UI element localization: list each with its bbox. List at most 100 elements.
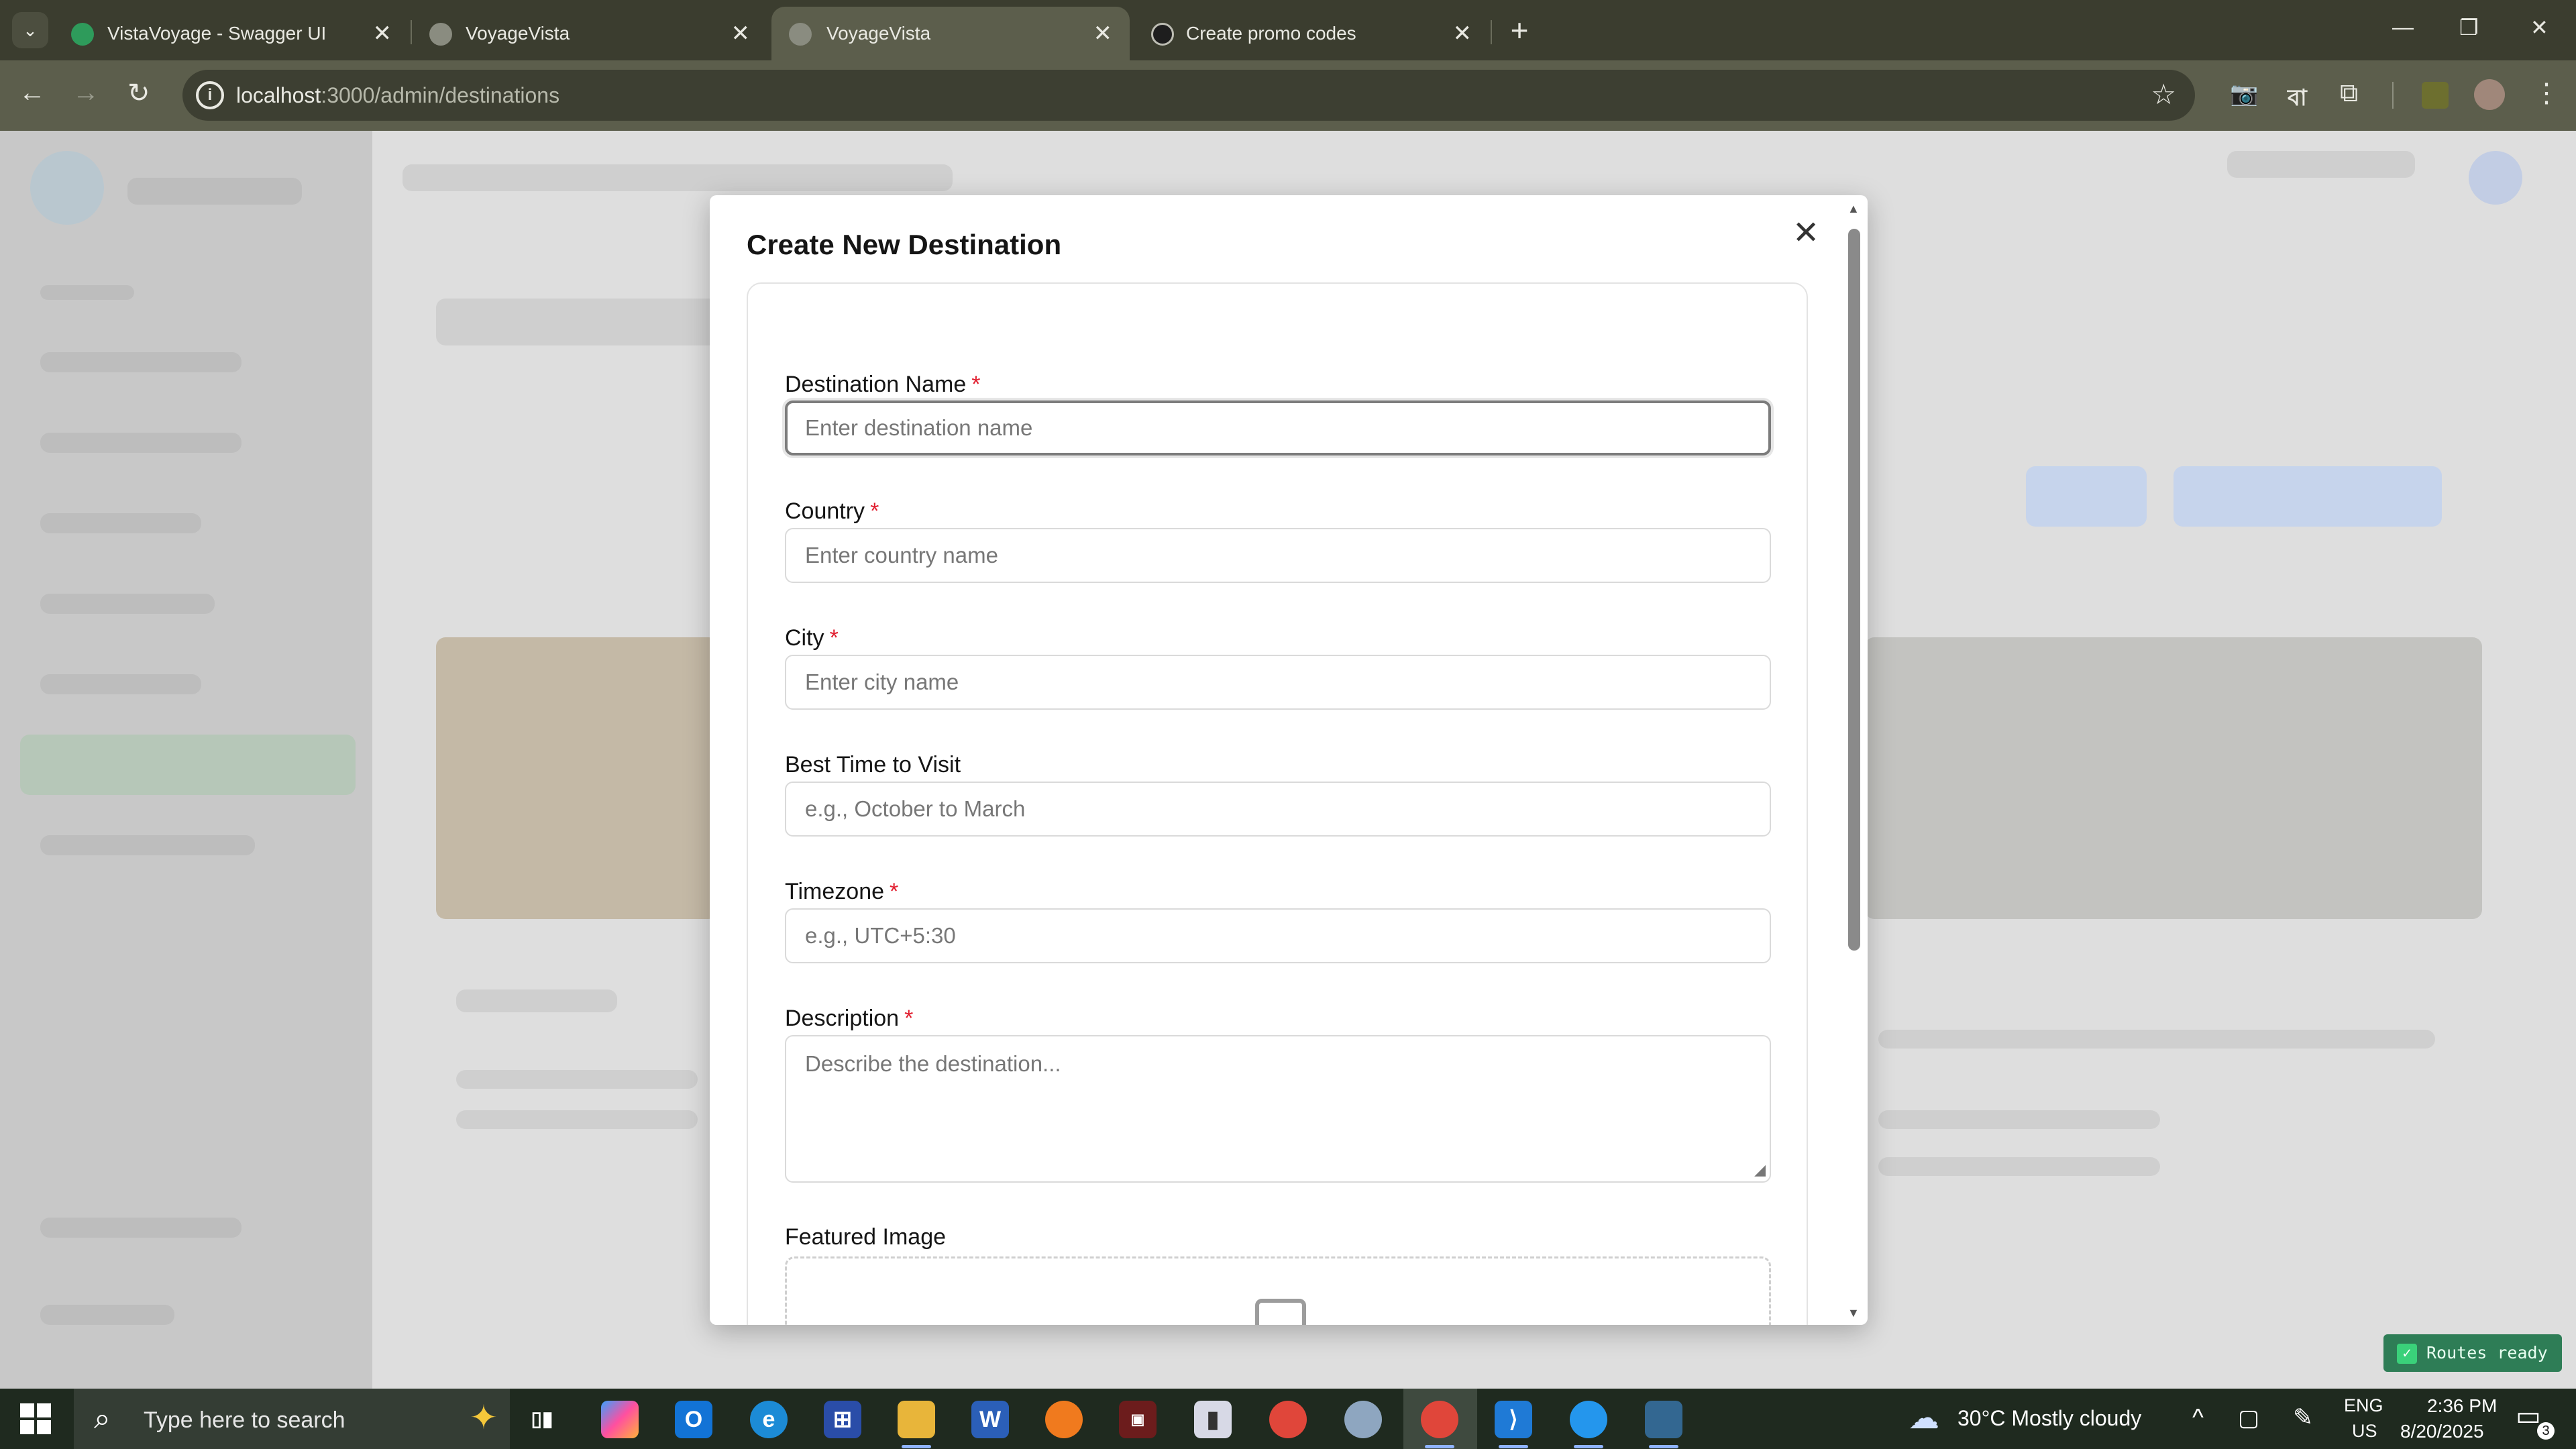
best-time-input[interactable]: e.g., October to March	[785, 782, 1771, 837]
minimize-icon[interactable]: —	[2392, 15, 2414, 40]
meet-now-icon[interactable]: ▢	[2238, 1405, 2259, 1432]
app-name-placeholder	[127, 178, 302, 205]
admin-sidebar	[0, 131, 372, 1389]
bangla-extension-icon[interactable]: বা	[2288, 80, 2307, 119]
windows-taskbar: ⌕ Type here to search ✦ ▯▮ O e ⊞ W ▣ ▮ ⟩…	[0, 1389, 2576, 1449]
restore-icon[interactable]: ❐	[2459, 15, 2479, 40]
tab-voyagevista-active[interactable]: VoyageVista ✕	[771, 7, 1130, 60]
browser-toolbar: ← → ↻ i localhost:3000/admin/destination…	[0, 60, 2576, 131]
city-input[interactable]: Enter city name	[785, 655, 1771, 710]
postgres-app-icon[interactable]	[1645, 1401, 1682, 1438]
globe-favicon-icon	[789, 23, 812, 46]
resize-handle-icon[interactable]: ◢	[1754, 1161, 1766, 1179]
language-line1[interactable]: ENG	[2344, 1395, 2383, 1416]
tab-close-icon[interactable]: ✕	[373, 20, 392, 47]
tray-chevron-up-icon[interactable]: ^	[2192, 1403, 2204, 1432]
card-text-placeholder	[456, 1070, 698, 1089]
sidebar-placeholder	[40, 594, 215, 614]
outlook-app-icon[interactable]: O	[675, 1401, 712, 1438]
task-view-icon[interactable]: ▯▮	[523, 1401, 561, 1438]
windows-start-icon[interactable]	[20, 1403, 51, 1434]
mongodb-compass-icon[interactable]	[1344, 1401, 1382, 1438]
timezone-input[interactable]: e.g., UTC+5:30	[785, 908, 1771, 963]
firefox-app-icon[interactable]	[1045, 1401, 1083, 1438]
sidebar-placeholder	[40, 1218, 241, 1238]
description-textarea[interactable]: Describe the destination... ◢	[785, 1035, 1771, 1183]
url-text: localhost:3000/admin/destinations	[236, 83, 559, 108]
bookmark-star-icon[interactable]: ☆	[2151, 78, 2176, 111]
upload-file-icon	[1255, 1299, 1306, 1325]
button-placeholder	[2174, 466, 2442, 527]
copilot-app-icon[interactable]	[601, 1401, 639, 1438]
edge-app-icon[interactable]: e	[750, 1401, 788, 1438]
clock-date[interactable]: 8/20/2025	[2400, 1421, 2484, 1442]
profile-avatar[interactable]	[2474, 79, 2505, 110]
vscode-app-icon[interactable]: ⟩	[1495, 1401, 1532, 1438]
address-bar[interactable]: i localhost:3000/admin/destinations ☆	[182, 70, 2195, 121]
download-icon[interactable]	[2422, 82, 2449, 109]
description-label: Description *	[785, 1006, 914, 1031]
close-icon[interactable]: ✕	[1792, 214, 1819, 252]
scroll-down-arrow-icon[interactable]: ▼	[1847, 1306, 1860, 1320]
weather-cloud-icon: ☁	[1909, 1400, 1939, 1435]
header-placeholder	[402, 164, 953, 191]
file-explorer-icon[interactable]	[898, 1401, 935, 1438]
tab-close-icon[interactable]: ✕	[731, 20, 751, 47]
active-indicator	[1499, 1445, 1528, 1448]
new-tab-plus-icon[interactable]: +	[1501, 12, 1538, 48]
tab-close-icon[interactable]: ✕	[1093, 20, 1113, 47]
modal-scrollbar[interactable]: ▲ ▼	[1846, 202, 1862, 1320]
tab-title: VistaVoyage - Swagger UI	[107, 23, 327, 44]
weather-text[interactable]: 30°C Mostly cloudy	[1957, 1406, 2141, 1431]
taskbar-search-placeholder: Type here to search	[144, 1407, 345, 1433]
vlc-like-app-icon[interactable]: ▣	[1119, 1401, 1157, 1438]
modal-title: Create New Destination	[747, 229, 1062, 260]
card-text-placeholder	[1878, 1157, 2160, 1176]
app-logo	[30, 151, 104, 225]
microsoft-store-icon[interactable]: ⊞	[824, 1401, 861, 1438]
openai-favicon-icon	[1151, 23, 1174, 46]
reload-icon[interactable]: ↻	[127, 78, 150, 109]
tab-search-chevron-icon[interactable]: ⌄	[12, 12, 48, 48]
button-placeholder	[2026, 466, 2147, 527]
timezone-label: Timezone *	[785, 879, 899, 904]
tab-title: Create promo codes	[1186, 23, 1356, 44]
tab-divider	[1491, 20, 1492, 44]
word-app-icon[interactable]: W	[971, 1401, 1009, 1438]
extensions-puzzle-icon[interactable]: ⧉	[2340, 79, 2358, 108]
window-close-icon[interactable]: ✕	[2530, 15, 2548, 40]
scroll-up-arrow-icon[interactable]: ▲	[1847, 202, 1860, 216]
scrollbar-thumb[interactable]	[1848, 229, 1860, 951]
sidebar-placeholder	[40, 513, 201, 533]
pen-menu-icon[interactable]: ✎	[2293, 1403, 2313, 1432]
sidebar-placeholder	[40, 352, 241, 372]
site-info-icon[interactable]: i	[196, 81, 224, 109]
camera-extension-icon[interactable]: 📷	[2230, 80, 2258, 107]
active-indicator	[902, 1445, 931, 1448]
url-path: :3000/admin/destinations	[321, 83, 560, 107]
back-arrow-icon[interactable]: ←	[19, 78, 46, 108]
docker-app-icon[interactable]	[1570, 1401, 1607, 1438]
browser-menu-icon[interactable]: ⋮	[2533, 78, 2560, 109]
destination-name-input[interactable]: Enter destination name	[785, 400, 1771, 455]
language-line2[interactable]: US	[2352, 1421, 2377, 1442]
header-placeholder	[2227, 151, 2415, 178]
featured-image-dropzone[interactable]	[785, 1256, 1771, 1325]
active-indicator	[1425, 1445, 1454, 1448]
tab-voyagevista-1[interactable]: VoyageVista ✕	[412, 7, 767, 60]
search-icon: ⌕	[94, 1402, 111, 1435]
url-host: localhost	[236, 83, 321, 107]
chrome-profile-app-icon[interactable]	[1421, 1401, 1458, 1438]
country-label: Country *	[785, 498, 879, 524]
country-input[interactable]: Enter country name	[785, 528, 1771, 583]
clock-time[interactable]: 2:36 PM	[2427, 1395, 2497, 1417]
notes-app-icon[interactable]: ▮	[1194, 1401, 1232, 1438]
chrome-app-icon[interactable]	[1269, 1401, 1307, 1438]
active-indicator	[1649, 1445, 1678, 1448]
taskbar-search-box[interactable]: ⌕ Type here to search ✦	[74, 1389, 510, 1449]
tab-swagger[interactable]: VistaVoyage - Swagger UI ✕	[54, 7, 409, 60]
forward-arrow-icon[interactable]: →	[72, 78, 99, 108]
sidebar-placeholder	[40, 674, 201, 694]
tab-close-icon[interactable]: ✕	[1453, 20, 1472, 47]
tab-create-promo-codes[interactable]: Create promo codes ✕	[1134, 7, 1489, 60]
